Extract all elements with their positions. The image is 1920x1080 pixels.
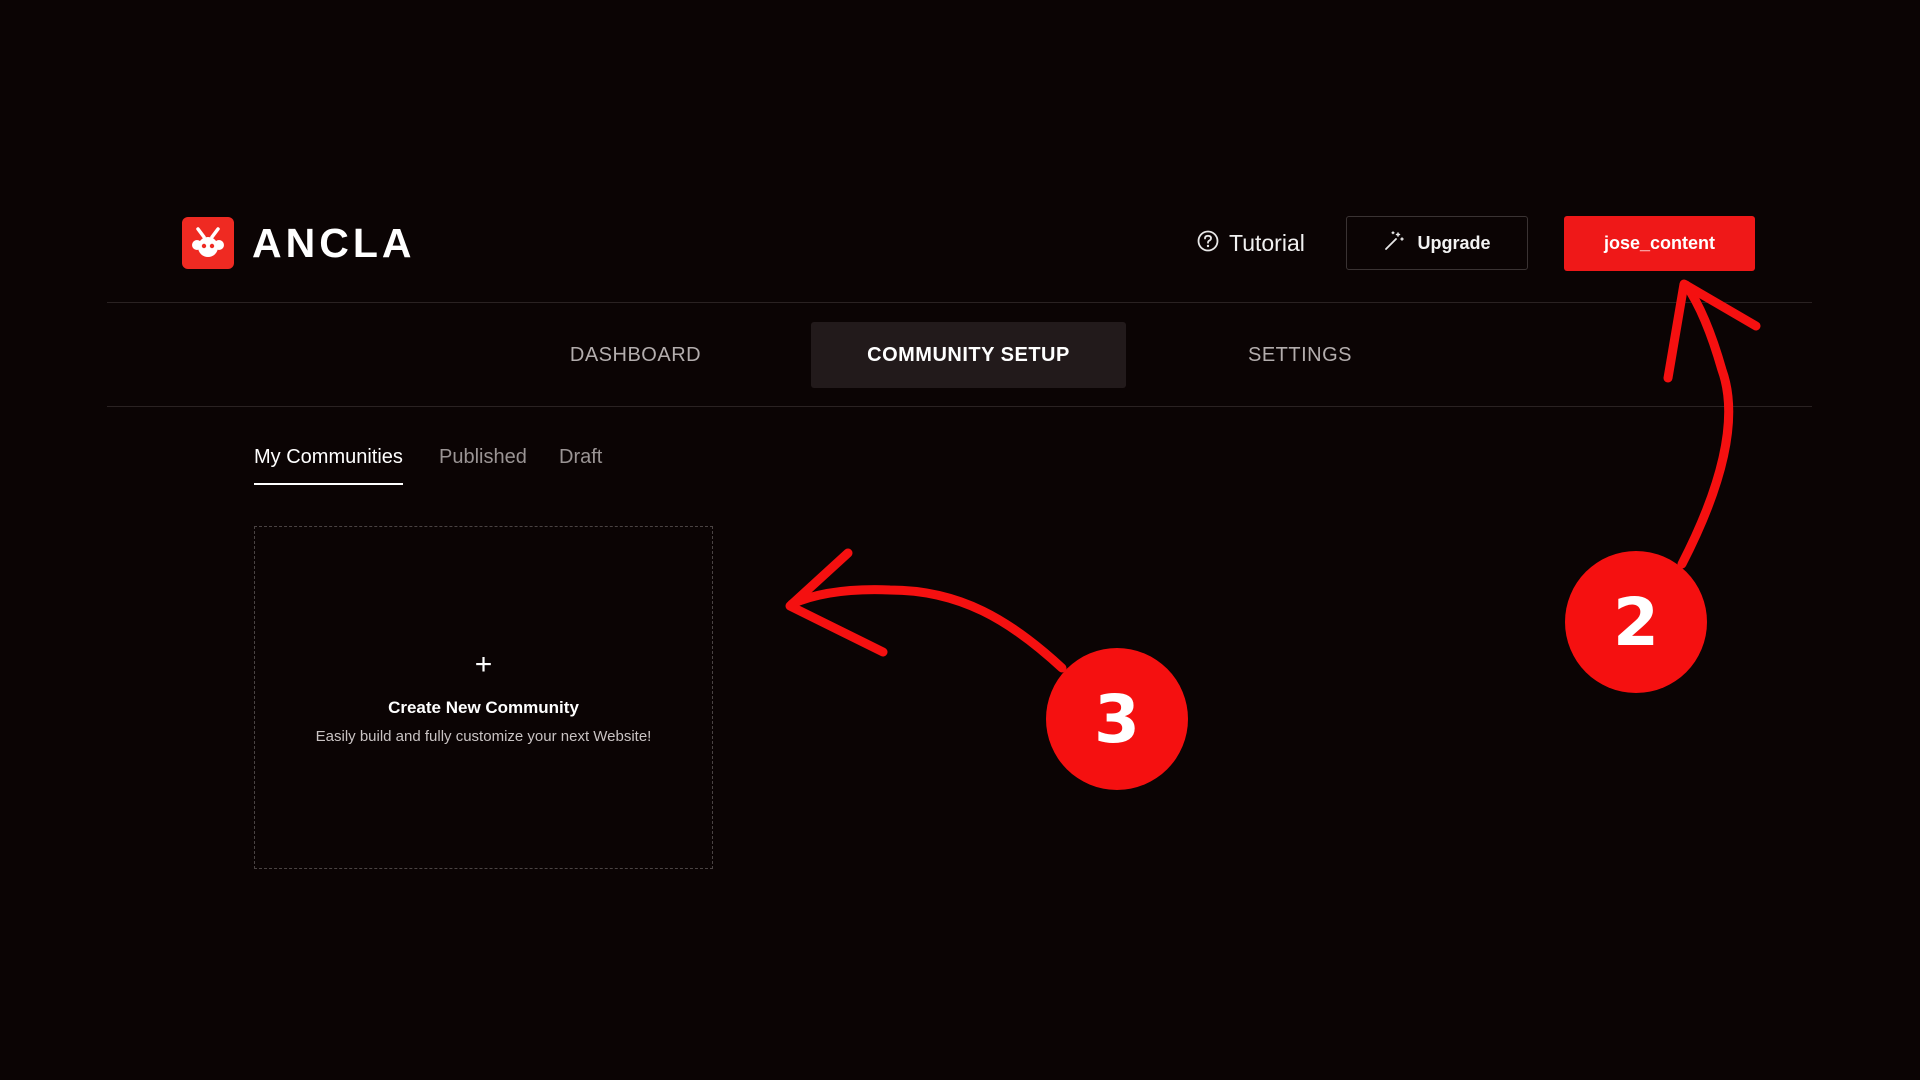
nav-divider bbox=[107, 406, 1812, 407]
magic-wand-icon bbox=[1383, 230, 1405, 257]
create-new-community-card[interactable]: + Create New Community Easily build and … bbox=[254, 526, 713, 869]
ancla-logo-icon bbox=[182, 217, 234, 269]
arrow-3-head-icon bbox=[785, 548, 888, 657]
create-card-subtitle: Easily build and fully customize your ne… bbox=[315, 728, 652, 745]
step-2-badge: 2 bbox=[1565, 551, 1707, 693]
brand-name: ANCLA bbox=[252, 219, 416, 266]
page: ANCLA Tutorial Upgrade jose_content DASH… bbox=[0, 0, 1920, 1080]
nav-tab-settings[interactable]: SETTINGS bbox=[1210, 322, 1390, 388]
tutorial-link[interactable]: Tutorial bbox=[1197, 226, 1305, 260]
user-account-label: jose_content bbox=[1603, 233, 1716, 253]
header-divider bbox=[107, 302, 1812, 303]
create-card-title: Create New Community bbox=[388, 698, 579, 717]
plus-icon: + bbox=[474, 648, 493, 681]
arrow-3-icon bbox=[787, 585, 1067, 673]
subtab-my-communities[interactable]: My Communities bbox=[254, 446, 403, 485]
arrow-2-head-icon bbox=[1663, 279, 1761, 383]
upgrade-label: Upgrade bbox=[1417, 232, 1491, 253]
nav-tab-community-setup[interactable]: COMMUNITY SETUP bbox=[811, 322, 1126, 388]
upgrade-button[interactable]: Upgrade bbox=[1346, 216, 1528, 270]
step-3-badge: 3 bbox=[1046, 648, 1188, 790]
user-account-button[interactable]: jose_content bbox=[1564, 216, 1755, 271]
arrow-2-icon bbox=[1677, 280, 1734, 569]
question-circle-icon bbox=[1197, 230, 1219, 257]
tutorial-label: Tutorial bbox=[1229, 229, 1305, 256]
subtab-published[interactable]: Published bbox=[439, 446, 527, 469]
nav-tab-dashboard[interactable]: DASHBOARD bbox=[540, 322, 731, 388]
brand-logo[interactable]: ANCLA bbox=[182, 217, 415, 269]
subtab-draft[interactable]: Draft bbox=[559, 446, 602, 469]
